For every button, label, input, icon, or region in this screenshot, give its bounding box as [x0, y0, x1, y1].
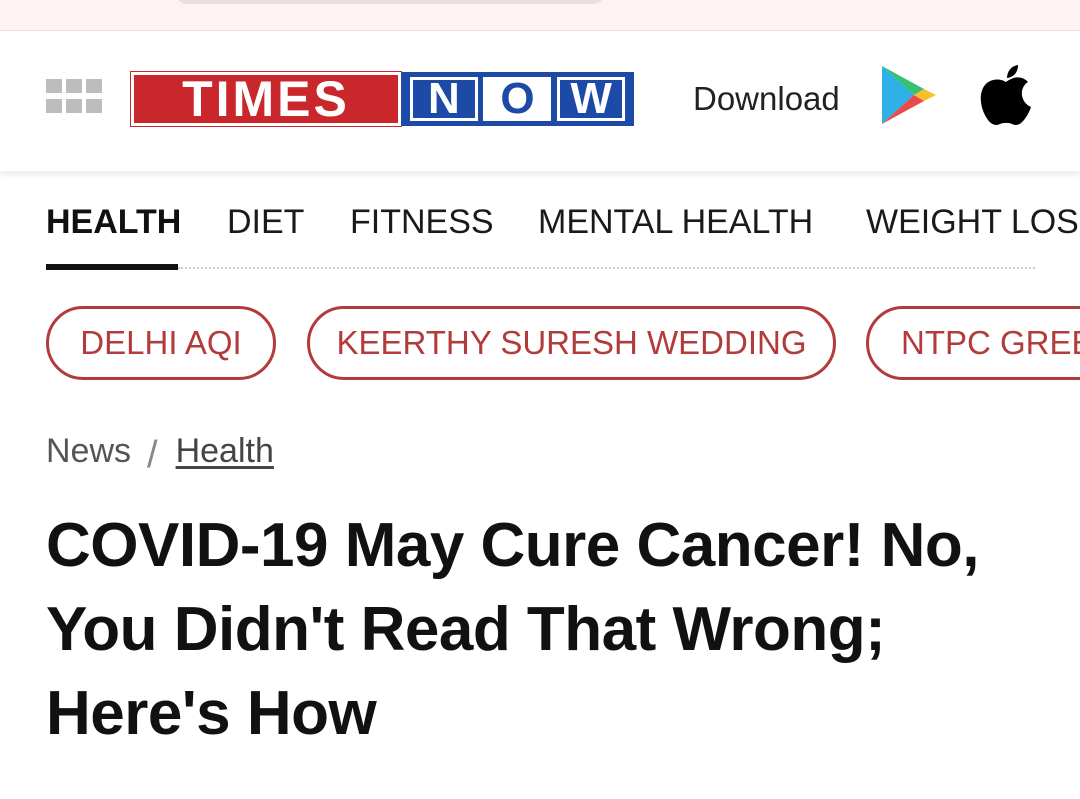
tab-health[interactable]: HEALTH: [46, 200, 181, 244]
apple-icon[interactable]: [978, 64, 1034, 126]
tabs-divider: [178, 267, 1035, 269]
browser-top-strip: [0, 0, 1080, 31]
breadcrumb-separator: /: [147, 433, 158, 476]
breadcrumb-news[interactable]: News: [46, 432, 131, 471]
tab-diet[interactable]: DIET: [227, 200, 304, 244]
download-label: Download: [693, 80, 840, 117]
tab-weight-loss[interactable]: WEIGHT LOSS: [866, 200, 1080, 244]
breadcrumb: News / Health: [46, 427, 274, 476]
times-now-logo[interactable]: TIMES N O W: [130, 71, 634, 127]
category-tabs: HEALTH DIET FITNESS MENTAL HEALTH WEIGHT…: [46, 200, 1080, 270]
site-header: TIMES N O W Download: [0, 31, 1080, 171]
tab-fitness[interactable]: FITNESS: [350, 200, 494, 244]
logo-letter-w: W: [557, 74, 626, 123]
breadcrumb-health-link[interactable]: Health: [176, 432, 274, 471]
trending-topics: DELHI AQI KEERTHY SURESH WEDDING NTPC GR…: [0, 306, 1080, 386]
tab-mental-health[interactable]: MENTAL HEALTH: [538, 200, 813, 244]
logo-letter-o: O: [483, 74, 552, 123]
article-headline: COVID-19 May Cure Cancer! No, You Didn't…: [46, 511, 979, 748]
trending-pill-delhi-aqi[interactable]: DELHI AQI: [46, 306, 276, 380]
google-play-icon[interactable]: [880, 64, 938, 126]
active-tab-indicator: [46, 264, 178, 270]
trending-pill-keerthy-suresh-wedding[interactable]: KEERTHY SURESH WEDDING: [307, 306, 836, 380]
trending-pill-ntpc-green[interactable]: NTPC GREEN: [866, 306, 1080, 380]
grid-menu-icon[interactable]: [46, 79, 102, 115]
address-bar-edge[interactable]: [175, 0, 605, 4]
logo-letter-n: N: [409, 74, 478, 123]
logo-now-part: N O W: [401, 72, 634, 126]
logo-times-part: TIMES: [130, 71, 402, 127]
page: TIMES N O W Download HEALTH DIET FITNESS…: [0, 0, 1080, 799]
